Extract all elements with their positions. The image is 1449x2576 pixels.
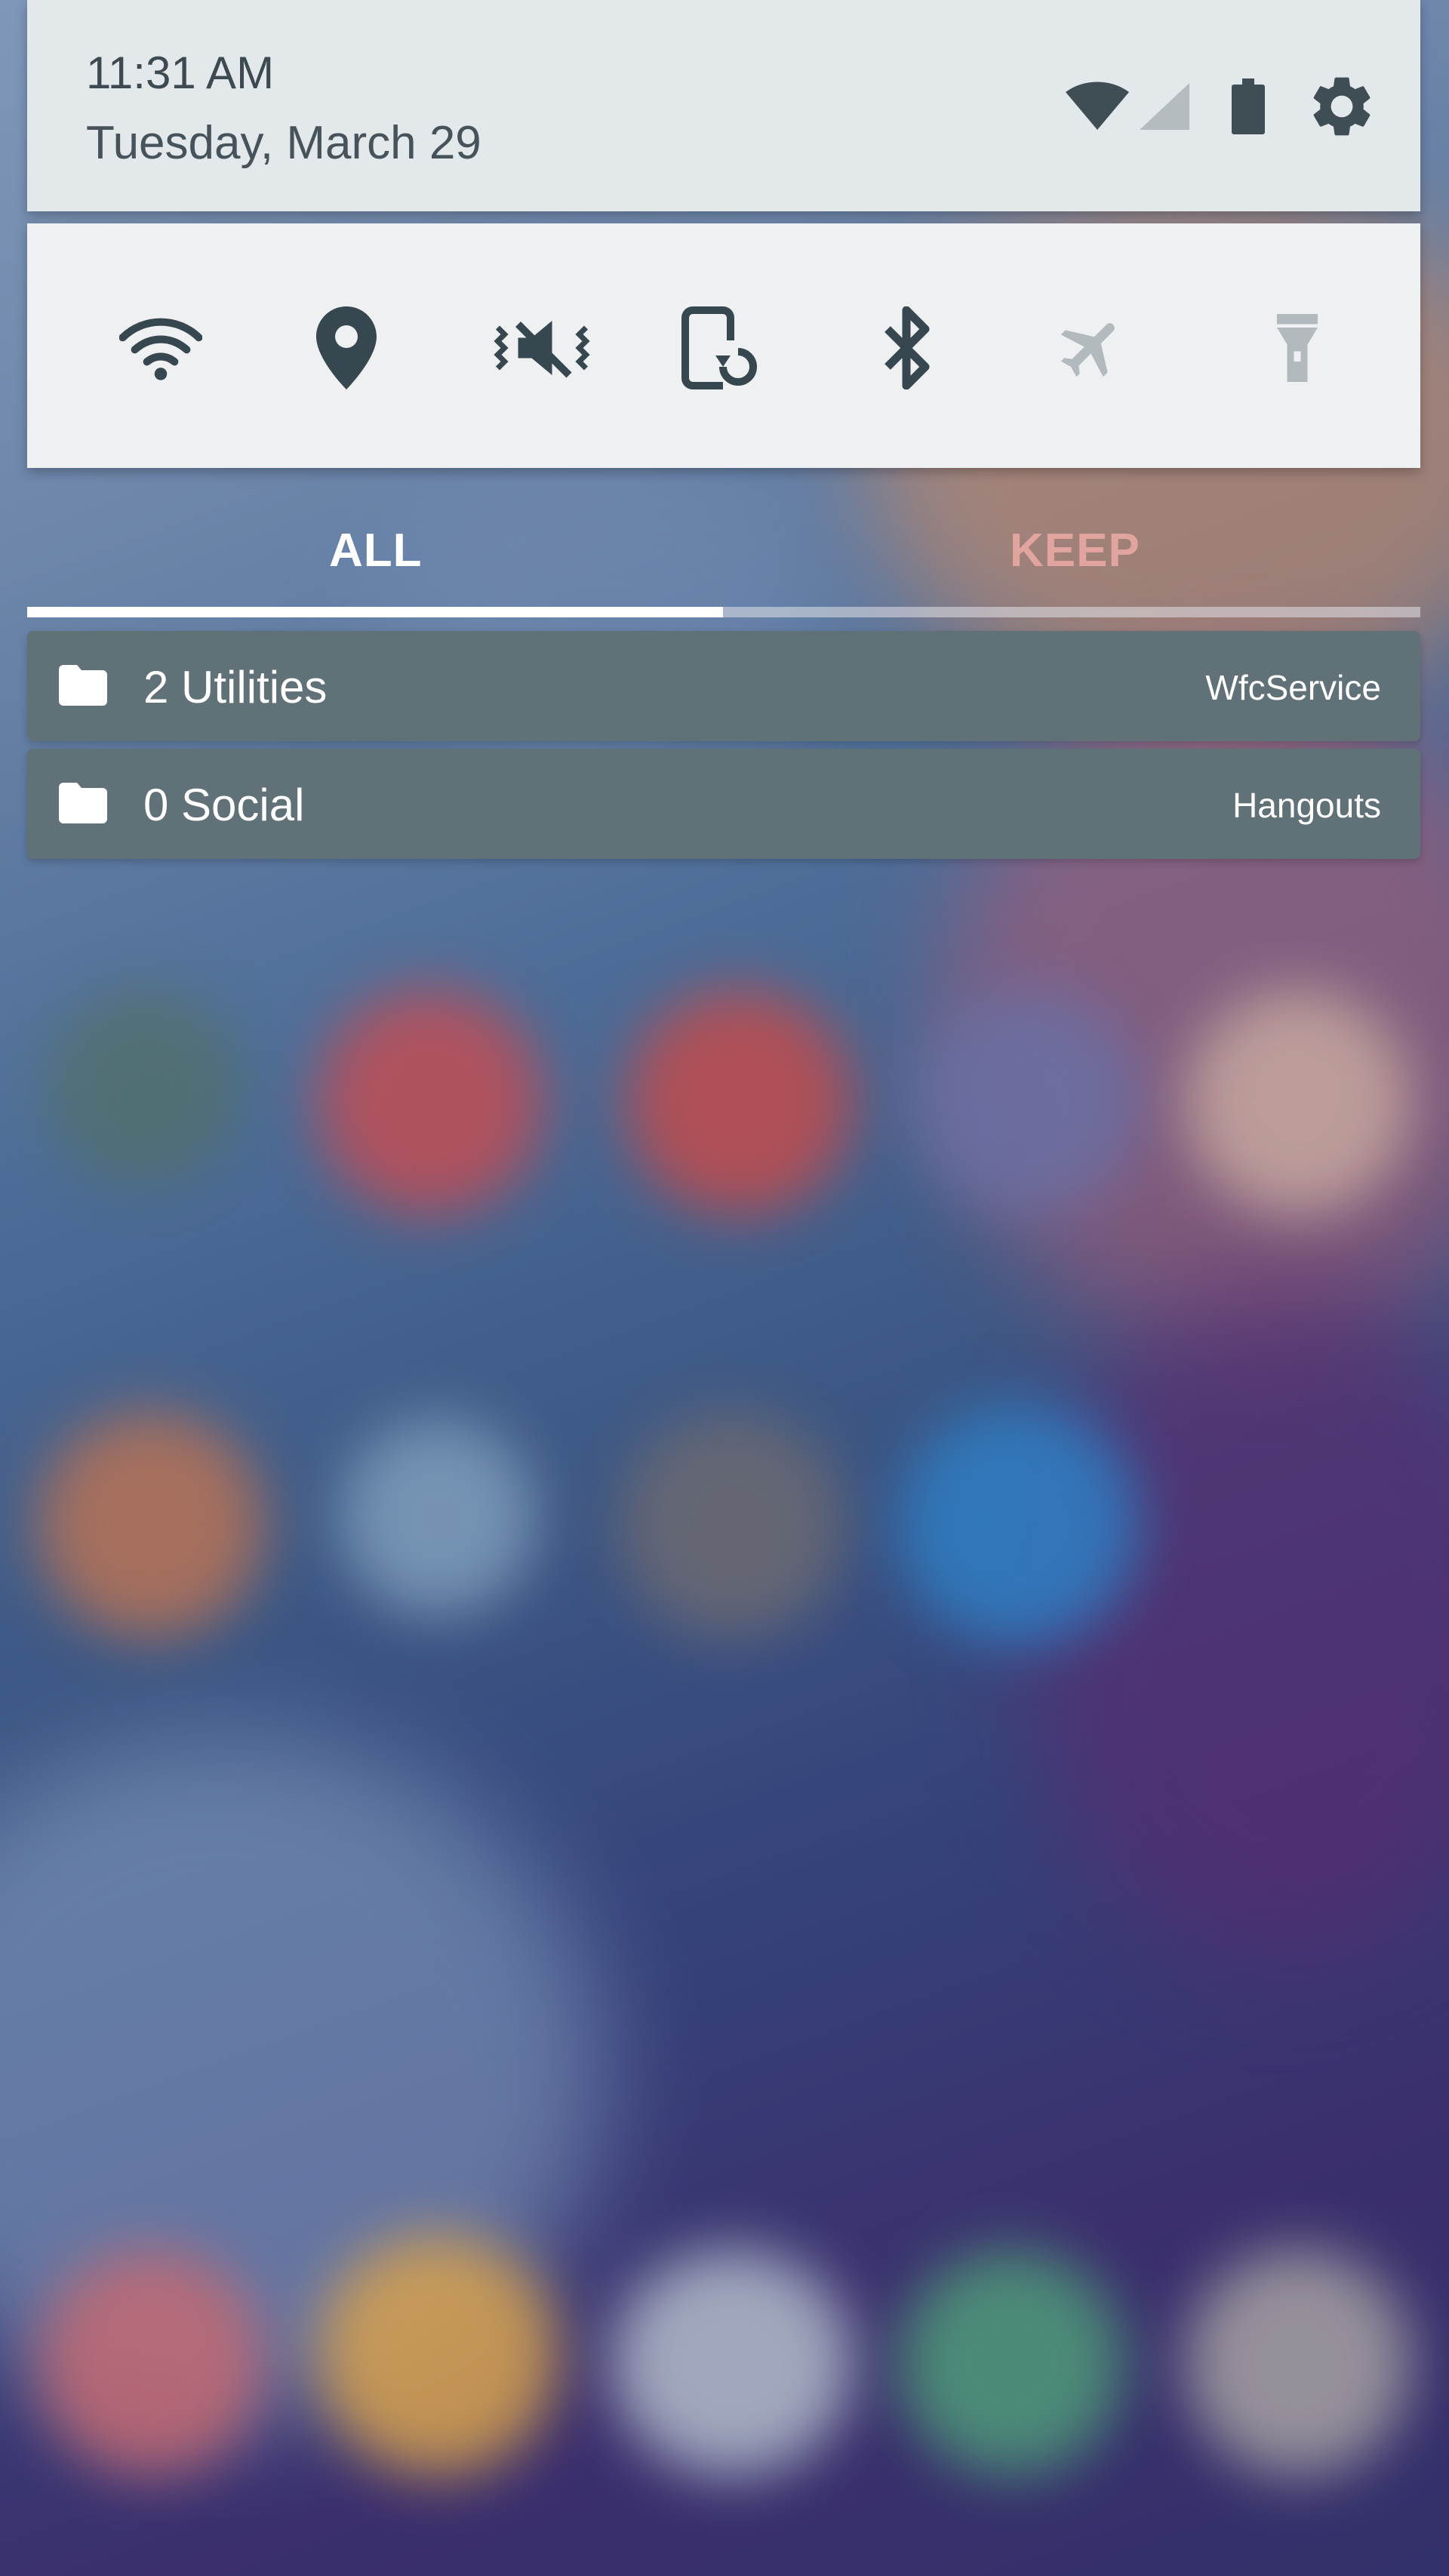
- blurred-app-icon: [619, 1411, 845, 1638]
- blurred-app-icon: [317, 989, 543, 1215]
- blurred-app-icon: [317, 2234, 558, 2476]
- blurred-app-icon: [38, 2249, 264, 2476]
- folder-icon: [59, 783, 107, 823]
- blurred-app-icon: [38, 1411, 264, 1638]
- blurred-app-icon: [611, 2249, 853, 2476]
- battery-icon: [1232, 78, 1265, 138]
- notification-row[interactable]: 2 Utilities WfcService: [27, 631, 1420, 741]
- flashlight-icon[interactable]: [1256, 306, 1339, 389]
- wifi-icon[interactable]: [119, 306, 202, 389]
- bluetooth-icon[interactable]: [865, 306, 948, 389]
- blurred-app-icon: [1185, 989, 1411, 1215]
- blurred-app-icon: [898, 2249, 1124, 2476]
- blurred-app-icon: [45, 989, 242, 1185]
- notification-app-name: WfcService: [1205, 668, 1381, 707]
- blurred-app-icon: [1185, 2249, 1411, 2476]
- clock-date: Tuesday, March 29: [86, 117, 481, 169]
- blurred-app-icon: [913, 989, 1140, 1215]
- notification-group-title: 0 Social: [143, 780, 305, 830]
- notification-group-title: 2 Utilities: [143, 662, 328, 712]
- tab-keep[interactable]: KEEP: [1010, 524, 1140, 577]
- settings-gear-icon[interactable]: [1306, 70, 1378, 146]
- notification-header: 11:31 AM Tuesday, March 29: [27, 0, 1420, 211]
- vibrate-mute-icon[interactable]: [489, 306, 595, 389]
- notification-row[interactable]: 0 Social Hangouts: [27, 749, 1420, 859]
- airplane-mode-icon[interactable]: [1051, 306, 1134, 389]
- notification-app-name: Hangouts: [1232, 786, 1381, 825]
- tab-all[interactable]: ALL: [329, 524, 423, 577]
- blurred-app-icon: [898, 1404, 1140, 1645]
- cell-signal-icon: [1138, 82, 1191, 135]
- wifi-signal-icon: [1064, 82, 1131, 135]
- auto-rotate-icon[interactable]: [678, 306, 761, 389]
- blurred-app-icon: [626, 989, 853, 1215]
- quick-settings-panel: [27, 223, 1420, 468]
- location-icon[interactable]: [305, 306, 388, 389]
- clock-time: 11:31 AM: [86, 48, 275, 98]
- notification-tabs: ALL KEEP: [27, 498, 1420, 619]
- blurred-app-icon: [340, 1419, 536, 1615]
- tab-indicator: [27, 607, 723, 617]
- folder-icon: [59, 665, 107, 706]
